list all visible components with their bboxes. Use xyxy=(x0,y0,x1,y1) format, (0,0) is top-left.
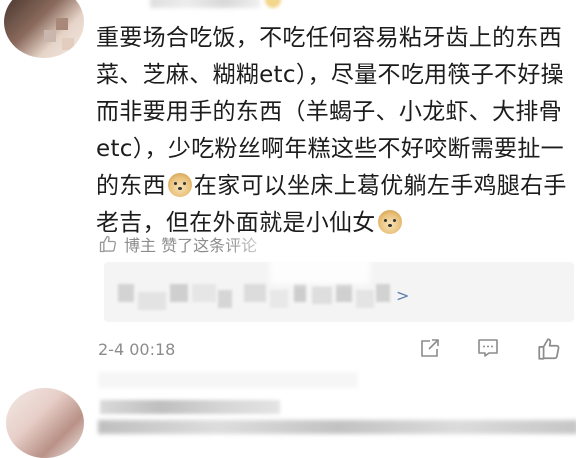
comment-line-1: 重要场合吃饭，不吃任何容易粘牙齿上的东西 xyxy=(96,25,562,51)
comment-icon[interactable] xyxy=(476,336,500,360)
next-commenter-avatar[interactable] xyxy=(6,388,84,458)
doge-emoji-icon xyxy=(377,210,402,234)
comment-line-5-part2: 在家可以坐床上葛优躺左手鸡腿右手 xyxy=(193,173,567,199)
like-icon[interactable] xyxy=(536,336,562,362)
comment-line-4: etc），少吃粉丝啊年糕这些不好咬断需要扯一 xyxy=(96,136,564,162)
commenter-username-redacted xyxy=(150,0,260,8)
doge-emoji-icon xyxy=(167,173,192,197)
username-badge-icon xyxy=(265,0,281,8)
next-commenter-username-redacted xyxy=(100,400,280,414)
comment-line-2: 菜、芝麻、糊糊etc），尽量不吃用筷子不好操 xyxy=(96,62,564,88)
redaction-blob xyxy=(270,238,370,284)
share-icon[interactable] xyxy=(418,336,442,360)
comment-line-5-part1: 的东西 xyxy=(96,173,166,199)
reply-expand-arrow[interactable]: > xyxy=(396,286,409,305)
comment-line-3: 而非要用手的东西（羊蝎子、小龙虾、大排骨 xyxy=(96,99,562,125)
next-redaction-top xyxy=(98,372,358,388)
comment-text: 重要场合吃饭，不吃任何容易粘牙齿上的东西 菜、芝麻、糊糊etc），尽量不吃用筷子… xyxy=(96,20,576,242)
comment-timestamp: 2-4 00:18 xyxy=(98,340,176,359)
commenter-avatar[interactable] xyxy=(4,0,84,58)
comment-line-5: 的东西 在家可以坐床上葛优躺左手鸡腿右手 xyxy=(96,168,576,205)
thumbs-up-outline-icon xyxy=(99,235,117,253)
